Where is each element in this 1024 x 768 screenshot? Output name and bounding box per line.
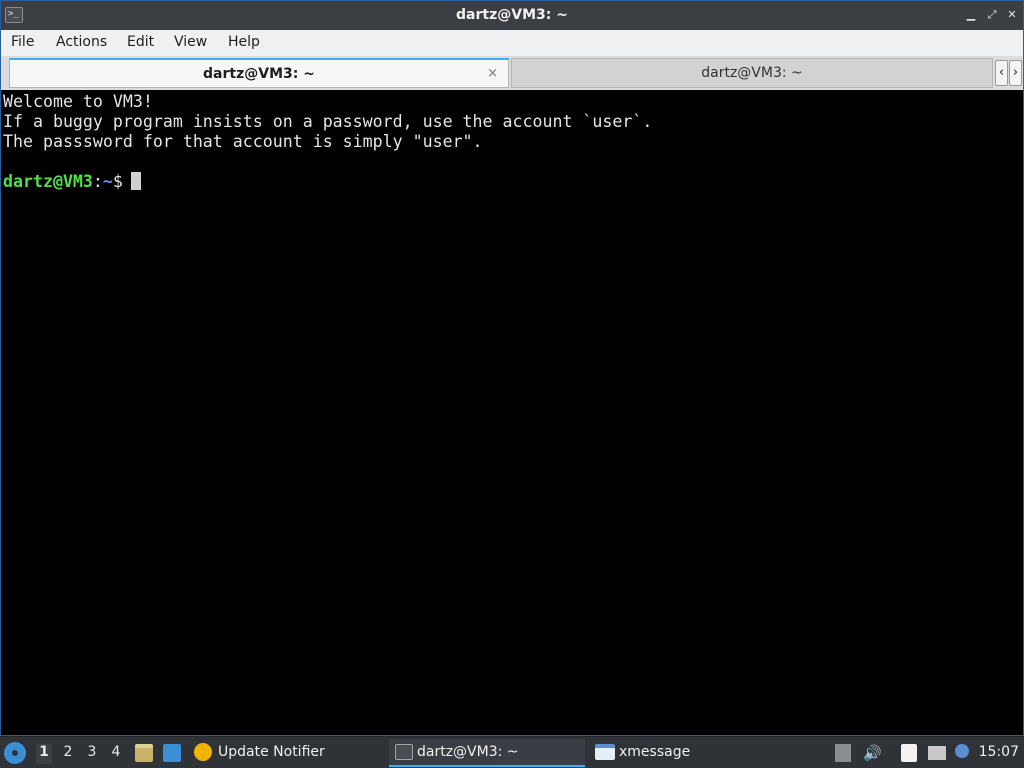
- taskbar: 1 2 3 4 Update Notifier dartz@VM3: ~ xme…: [0, 736, 1024, 768]
- terminal-line: Welcome to VM3!: [3, 92, 153, 111]
- tab-bar: dartz@VM3: ~ × dartz@VM3: ~ ‹ ›: [0, 56, 1024, 90]
- tab-label: dartz@VM3: ~: [203, 66, 315, 82]
- task-xmessage[interactable]: xmessage: [589, 739, 785, 767]
- tab-2[interactable]: dartz@VM3: ~: [511, 58, 993, 88]
- notifications-icon[interactable]: [955, 744, 969, 758]
- tab-1[interactable]: dartz@VM3: ~ ×: [9, 58, 509, 88]
- clipboard-icon[interactable]: [901, 744, 917, 762]
- tab-close-button[interactable]: ×: [487, 66, 498, 81]
- prompt-symbol: $: [112, 172, 123, 191]
- close-button[interactable]: ✕: [1006, 9, 1018, 21]
- clock[interactable]: 15:07: [979, 744, 1019, 760]
- minimize-button[interactable]: ▁: [965, 9, 977, 21]
- menu-file[interactable]: File: [11, 34, 34, 50]
- terminal-icon: [395, 744, 413, 760]
- menu-view[interactable]: View: [174, 34, 207, 50]
- tray-expand-icon[interactable]: [835, 744, 851, 762]
- desktop-2-button[interactable]: 2: [60, 744, 76, 764]
- desktop-3-button[interactable]: 3: [84, 744, 100, 764]
- desktop-1-button[interactable]: 1: [36, 744, 52, 764]
- prompt-separator: :: [92, 172, 103, 191]
- window-icon: [595, 744, 615, 760]
- desktop-4-button[interactable]: 4: [108, 744, 124, 764]
- prompt-user-host: dartz@VM3: [3, 172, 93, 191]
- menu-bar: File Actions Edit View Help: [0, 30, 1024, 56]
- update-notifier-icon: [194, 743, 212, 761]
- task-terminal[interactable]: dartz@VM3: ~: [389, 739, 585, 767]
- tab-scroll-left-button[interactable]: ‹: [995, 60, 1008, 86]
- file-manager-icon[interactable]: [135, 744, 153, 762]
- task-label: xmessage: [619, 744, 691, 760]
- menu-help[interactable]: Help: [228, 34, 260, 50]
- terminal-line: The passsword for that account is simply…: [3, 132, 483, 151]
- window-titlebar[interactable]: >_ dartz@VM3: ~ ▁ ⤢ ✕: [0, 0, 1024, 30]
- kde-start-icon[interactable]: [4, 742, 26, 764]
- terminal-prompt[interactable]: dartz@VM3:~$: [3, 172, 1023, 192]
- terminal-output[interactable]: Welcome to VM3! If a buggy program insis…: [0, 90, 1024, 736]
- task-label: Update Notifier: [218, 744, 325, 760]
- task-update-notifier[interactable]: Update Notifier: [188, 739, 383, 767]
- menu-actions[interactable]: Actions: [56, 34, 107, 50]
- volume-icon[interactable]: 🔊: [863, 744, 882, 762]
- tab-label: dartz@VM3: ~: [701, 65, 803, 81]
- restore-button[interactable]: ⤢: [986, 9, 998, 21]
- network-icon[interactable]: [928, 746, 946, 760]
- text-cursor: [130, 172, 141, 190]
- prompt-path: ~: [102, 172, 113, 191]
- tab-scroll-right-button[interactable]: ›: [1009, 60, 1022, 86]
- terminal-line: If a buggy program insists on a password…: [3, 112, 653, 131]
- show-desktop-icon[interactable]: [163, 744, 181, 762]
- task-label: dartz@VM3: ~: [417, 744, 519, 760]
- window-title: dartz@VM3: ~: [456, 7, 568, 23]
- menu-edit[interactable]: Edit: [127, 34, 154, 50]
